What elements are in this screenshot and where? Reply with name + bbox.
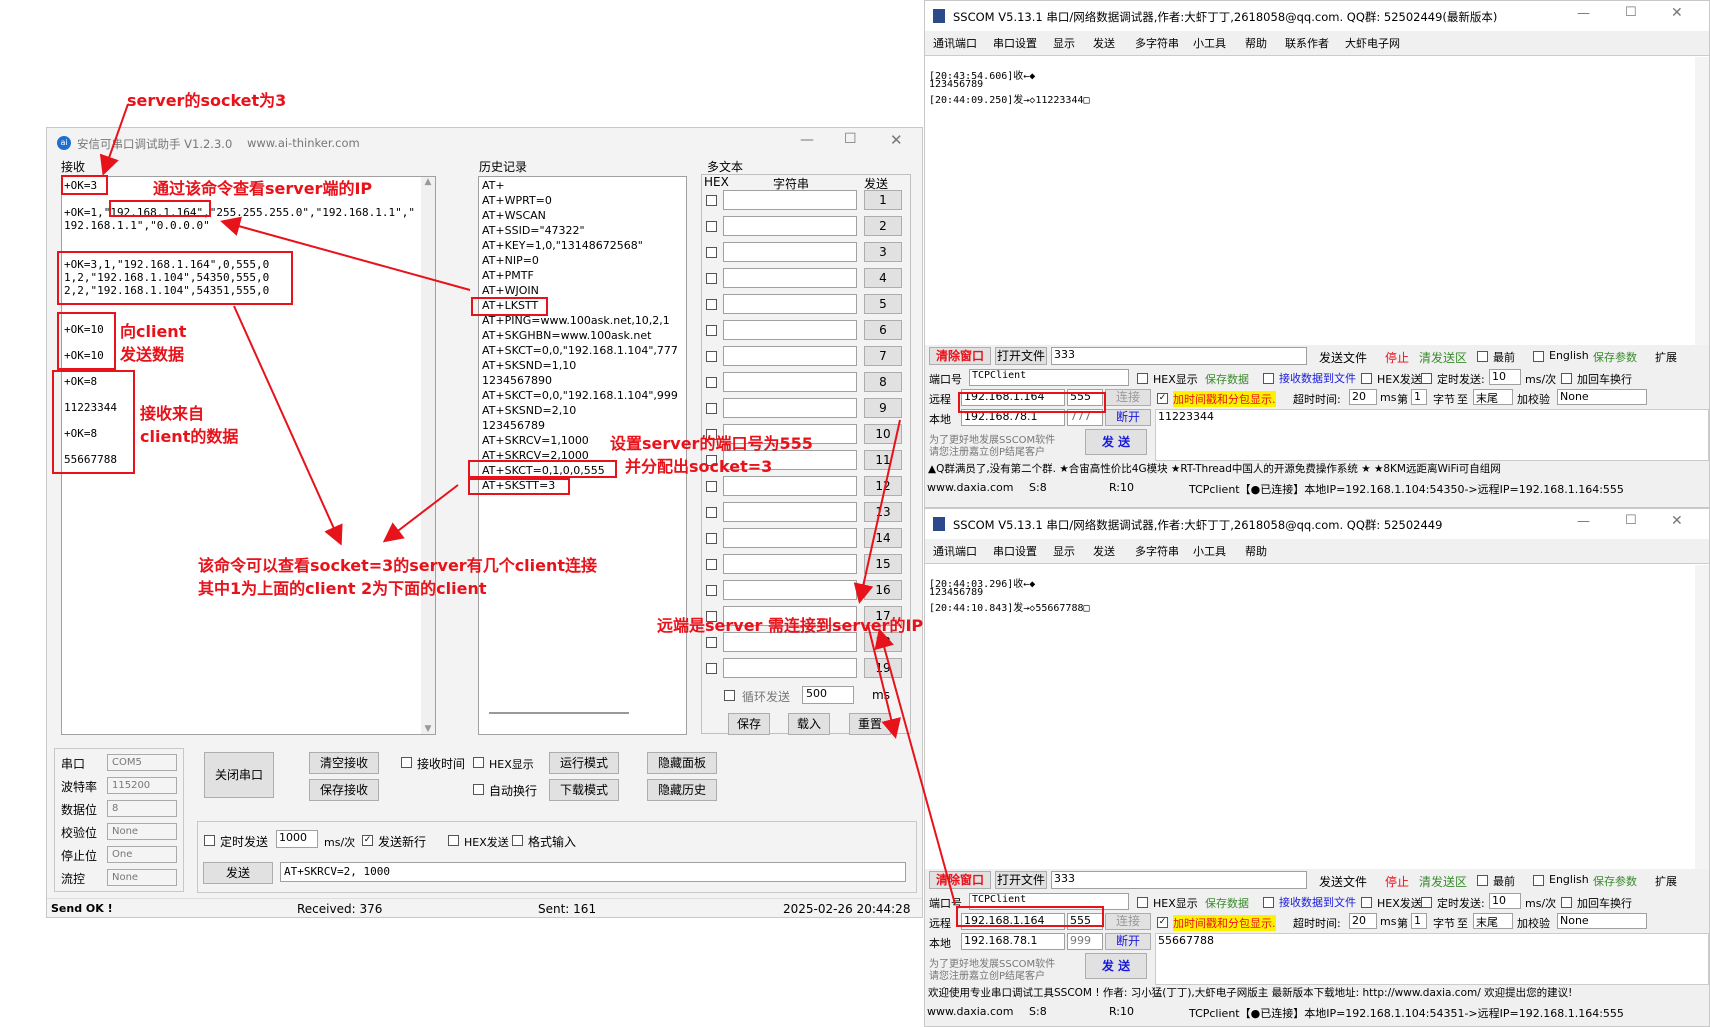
arrow xyxy=(382,484,459,543)
arrow xyxy=(867,624,901,739)
arrow xyxy=(874,628,956,905)
arrow xyxy=(220,216,471,291)
annotation-arrows xyxy=(99,103,956,905)
arrow xyxy=(853,419,901,604)
arrow xyxy=(233,305,343,546)
arrow xyxy=(99,103,129,176)
